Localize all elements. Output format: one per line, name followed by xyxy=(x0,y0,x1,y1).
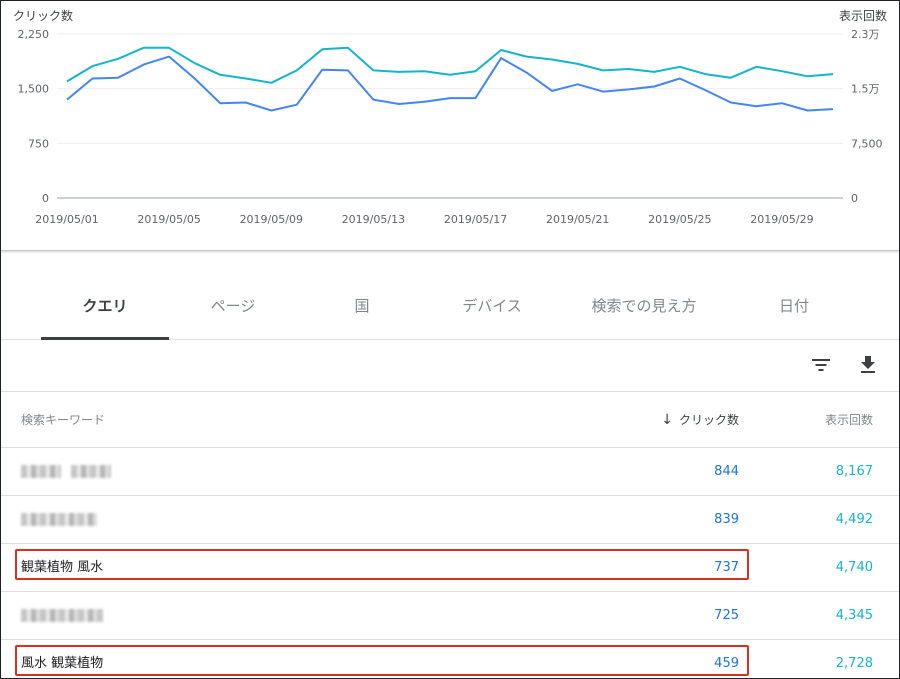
tab-label: 検索での見え方 xyxy=(591,297,697,315)
table-toolbar xyxy=(1,340,899,392)
impressions-cell: 4,345 xyxy=(835,608,873,623)
column-header-impressions[interactable]: 表示回数 xyxy=(825,392,873,448)
y-left-tick-label: 1,500 xyxy=(18,83,50,96)
filter-button[interactable] xyxy=(806,350,836,380)
clicks-series-line xyxy=(66,55,834,112)
x-tick-label: 2019/05/29 xyxy=(750,213,813,226)
tab-date[interactable]: 日付 xyxy=(731,274,857,339)
clicks-cell: 459 xyxy=(714,656,739,671)
tab-device[interactable]: デバイス xyxy=(427,274,557,339)
sort-descending-arrow-icon: ↓ xyxy=(661,412,673,428)
x-tick-label: 2019/05/17 xyxy=(444,213,507,226)
x-tick-label: 2019/05/09 xyxy=(240,213,303,226)
query-table: 検索キーワード ↓ クリック数 表示回数 844 8,167 839 4,492… xyxy=(1,392,899,678)
tab-label: クエリ xyxy=(82,297,128,315)
redacted-text xyxy=(71,465,112,478)
y-left-tick-label: 0 xyxy=(42,192,49,205)
y-right-tick-label: 2.3万 xyxy=(851,28,880,41)
redacted-text xyxy=(21,513,97,526)
dimension-tabs: クエリ ページ 国 デバイス 検索での見え方 日付 xyxy=(1,274,899,340)
table-row[interactable]: 観葉植物 風水 737 4,740 xyxy=(1,544,899,592)
tab-query[interactable]: クエリ xyxy=(41,274,169,340)
clicks-cell: 844 xyxy=(714,464,739,479)
y-left-tick-label: 2,250 xyxy=(18,28,50,41)
x-tick-label: 2019/05/25 xyxy=(648,213,711,226)
clicks-cell: 839 xyxy=(714,512,739,527)
query-cell: 観葉植物 風水 xyxy=(21,560,104,575)
impressions-cell: 2,728 xyxy=(835,656,873,671)
search-console-performance-panel: クリック数 表示回数 0 0 750 7,500 1,500 1.5万 2,250 2.3万 2… xyxy=(0,0,900,679)
y-right-tick-label: 1.5万 xyxy=(851,83,880,96)
impressions-cell: 4,492 xyxy=(835,512,873,527)
impressions-cell: 4,740 xyxy=(835,560,873,575)
table-row[interactable]: 839 4,492 xyxy=(1,496,899,544)
table-row[interactable]: 725 4,345 xyxy=(1,592,899,640)
download-button[interactable] xyxy=(853,350,883,380)
download-icon xyxy=(861,356,875,373)
clicks-cell: 737 xyxy=(714,560,739,575)
x-tick-label: 2019/05/13 xyxy=(342,213,405,226)
line-chart-svg: 0 0 750 7,500 1,500 1.5万 2,250 2.3万 2019/05/01 20… xyxy=(18,28,883,226)
impressions-series-line xyxy=(66,46,834,84)
y-right-tick-label: 7,500 xyxy=(851,137,883,150)
column-header-clicks[interactable]: ↓ クリック数 xyxy=(661,392,739,448)
impressions-cell: 8,167 xyxy=(835,464,873,479)
column-header-query[interactable]: 検索キーワード xyxy=(21,392,105,448)
tab-country[interactable]: 国 xyxy=(297,274,427,339)
column-header-clicks-label: クリック数 xyxy=(678,413,739,427)
y-left-tick-label: 750 xyxy=(28,137,49,150)
table-row[interactable]: 844 8,167 xyxy=(1,448,899,496)
tab-search-appearance[interactable]: 検索での見え方 xyxy=(557,274,731,339)
filter-icon xyxy=(812,359,830,371)
tab-label: ページ xyxy=(210,297,256,315)
query-cell: 風水 観葉植物 xyxy=(21,656,104,671)
x-tick-label: 2019/05/21 xyxy=(546,213,609,226)
tab-label: 国 xyxy=(354,297,370,315)
tab-page[interactable]: ページ xyxy=(169,274,297,339)
query-cell-redacted xyxy=(21,496,97,544)
query-cell-redacted xyxy=(21,448,112,496)
query-cell-redacted xyxy=(21,592,103,640)
y-right-tick-label: 0 xyxy=(851,192,858,205)
tab-label: 日付 xyxy=(778,297,809,315)
x-tick-label: 2019/05/05 xyxy=(137,213,200,226)
x-tick-label: 2019/05/01 xyxy=(35,213,98,226)
clicks-cell: 725 xyxy=(714,608,739,623)
table-row[interactable]: 風水 観葉植物 459 2,728 xyxy=(1,640,899,678)
tab-label: デバイス xyxy=(462,297,522,315)
redacted-text xyxy=(21,609,103,622)
table-header: 検索キーワード ↓ クリック数 表示回数 xyxy=(1,392,899,448)
redacted-text xyxy=(21,465,61,478)
performance-chart: クリック数 表示回数 0 0 750 7,500 1,500 1.5万 2,250 2.3万 2… xyxy=(1,1,899,251)
